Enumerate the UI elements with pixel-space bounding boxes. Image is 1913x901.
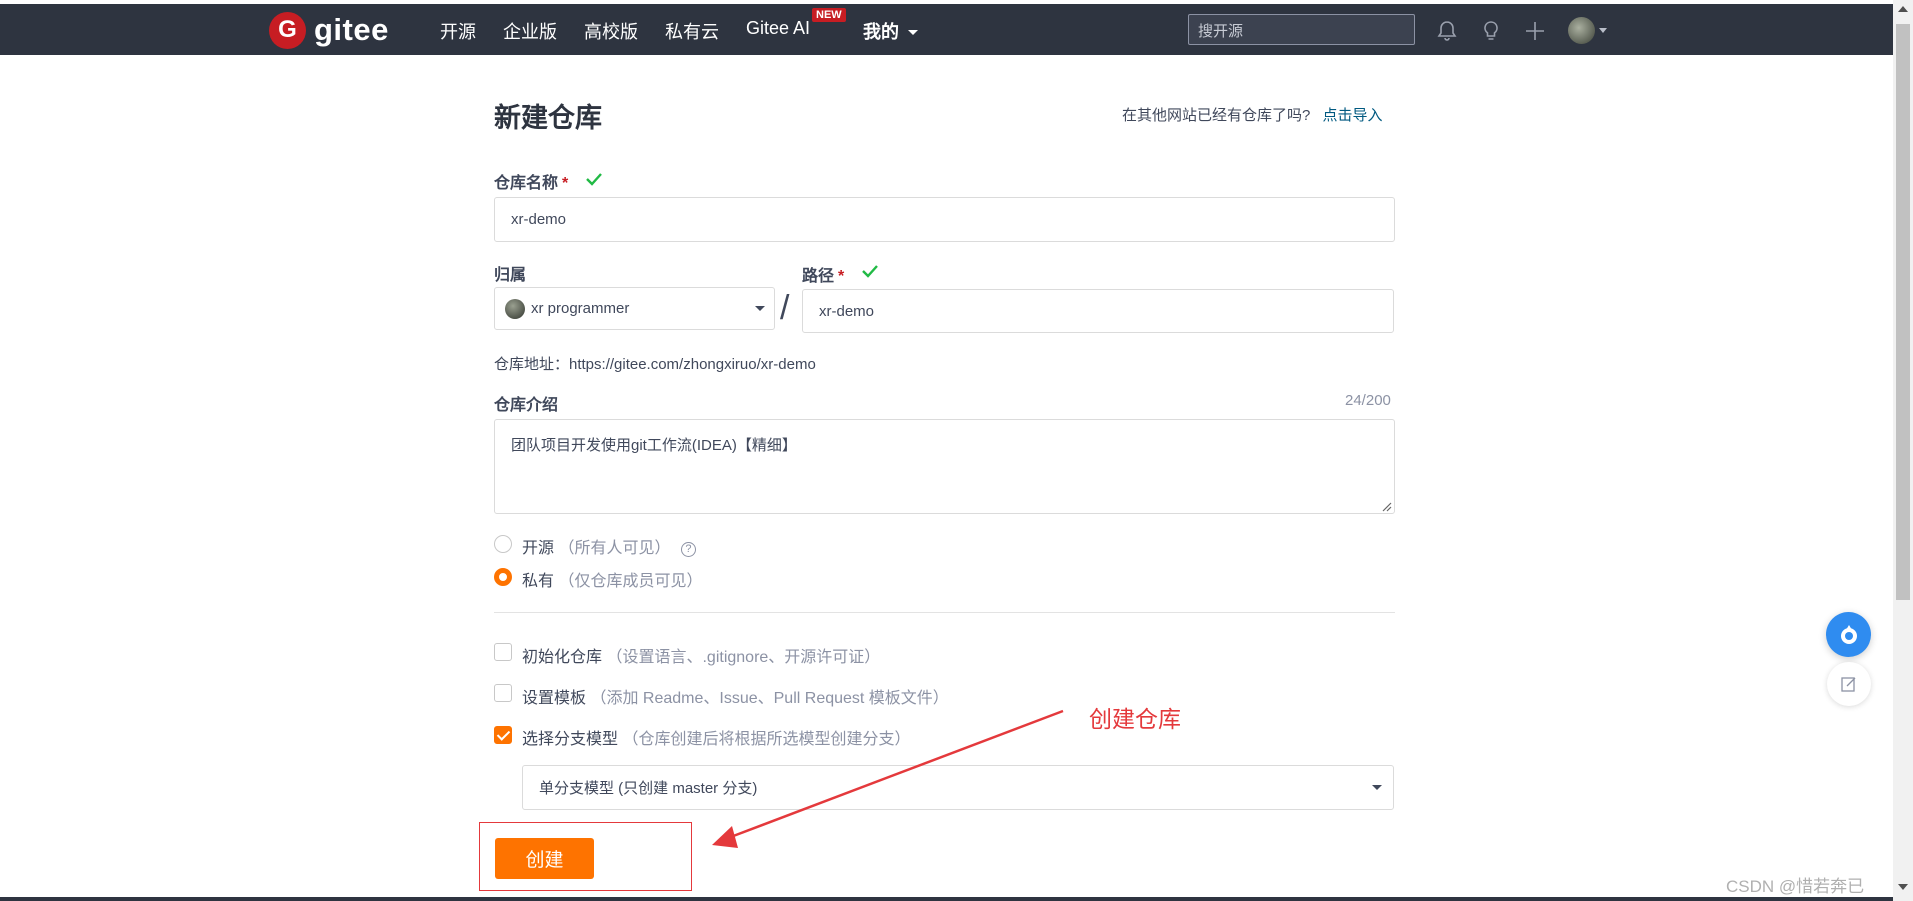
required-mark: *: [562, 175, 569, 192]
import-link[interactable]: 点击导入: [1323, 107, 1383, 124]
chevron-down-icon: [908, 30, 919, 35]
scroll-down-arrow-icon[interactable]: [1898, 884, 1908, 890]
check-icon: [862, 265, 878, 278]
checkbox-branch-model[interactable]: [494, 726, 512, 744]
import-prompt-text: 在其他网站已经有仓库了吗?: [1122, 107, 1311, 124]
repo-name-label-text: 仓库名称: [494, 175, 559, 192]
checkbox-branch-model-hint: （仓库创建后将根据所选模型创建分支）: [622, 731, 911, 748]
owner-avatar: [505, 298, 525, 319]
chevron-down-icon[interactable]: [1372, 785, 1382, 790]
top-navbar: G gitee 开源 企业版 高校版 私有云 Gitee AI NEW 我的 搜…: [0, 4, 1893, 55]
user-avatar[interactable]: [1568, 17, 1595, 44]
chevron-down-icon[interactable]: [1599, 28, 1607, 33]
repo-name-input[interactable]: xr-demo: [494, 197, 1395, 242]
nav-mine-label: 我的: [863, 22, 899, 42]
check-icon: [586, 173, 602, 186]
resize-handle-icon[interactable]: [1380, 500, 1392, 512]
checkbox-init-repo[interactable]: [494, 643, 512, 661]
nav-education[interactable]: 高校版: [584, 18, 638, 44]
feedback-float-button[interactable]: [1827, 662, 1871, 706]
branch-model-select[interactable]: 单分支模型 (只创建 master 分支): [522, 765, 1394, 810]
checkbox-template-label[interactable]: 设置模板 （添加 Readme、Issue、Pull Request 模板文件）: [522, 684, 949, 708]
checkbox-branch-model-label[interactable]: 选择分支模型 （仓库创建后将根据所选模型创建分支）: [522, 725, 910, 749]
radio-private-text: 私有: [522, 573, 555, 590]
path-input[interactable]: xr-demo: [802, 289, 1394, 333]
gitee-logo[interactable]: G gitee: [269, 11, 389, 49]
help-icon[interactable]: ?: [680, 542, 696, 557]
gitee-logo-text: gitee: [314, 12, 389, 47]
description-textarea[interactable]: 团队项目开发使用git工作流(IDEA)【精细】: [494, 419, 1395, 514]
nav-enterprise[interactable]: 企业版: [503, 18, 557, 44]
repo-name-label: 仓库名称 *: [494, 169, 568, 193]
required-mark: *: [838, 268, 845, 285]
checkbox-init-repo-text: 初始化仓库: [522, 649, 603, 666]
plus-icon[interactable]: [1523, 19, 1547, 43]
annotation-highlight-box: [479, 822, 692, 891]
nav-gitee-ai[interactable]: Gitee AI: [746, 18, 810, 39]
radio-private-label[interactable]: 私有 （仅仓库成员可见）: [522, 567, 702, 591]
path-label: 路径 *: [802, 262, 844, 286]
checkbox-template[interactable]: [494, 684, 512, 702]
lightbulb-icon[interactable]: [1479, 19, 1503, 43]
radio-open-source-label[interactable]: 开源 （所有人可见） ?: [522, 534, 696, 558]
nav-mine-dropdown[interactable]: 我的: [863, 18, 919, 44]
radio-private-hint: （仅仓库成员可见）: [558, 573, 703, 590]
bottom-border: [0, 897, 1893, 901]
path-separator: /: [780, 289, 790, 327]
nav-private-cloud[interactable]: 私有云: [665, 18, 719, 44]
radio-open-source[interactable]: [494, 535, 512, 553]
radio-private[interactable]: [494, 568, 512, 586]
nav-open-source[interactable]: 开源: [440, 18, 476, 44]
import-prompt: 在其他网站已经有仓库了吗? 点击导入: [1122, 104, 1383, 125]
section-divider: [494, 612, 1395, 613]
checkbox-template-hint: （添加 Readme、Issue、Pull Request 模板文件）: [590, 690, 949, 707]
owner-label: 归属: [494, 267, 527, 284]
scroll-up-arrow-icon[interactable]: [1898, 6, 1908, 12]
page-title: 新建仓库: [494, 103, 602, 133]
checkbox-branch-model-text: 选择分支模型: [522, 731, 619, 748]
owner-select-value: xr programmer: [531, 300, 630, 317]
bell-icon[interactable]: [1435, 19, 1459, 43]
checkbox-init-repo-label[interactable]: 初始化仓库 （设置语言、.gitignore、开源许可证）: [522, 643, 880, 667]
radio-open-source-text: 开源: [522, 540, 555, 557]
checkbox-init-repo-hint: （设置语言、.gitignore、开源许可证）: [606, 649, 881, 666]
repo-url: 仓库地址：https://gitee.com/zhongxiruo/xr-dem…: [494, 356, 816, 373]
edit-icon: [1841, 677, 1856, 692]
description-counter: 24/200: [1345, 392, 1391, 409]
new-badge: NEW: [812, 8, 846, 22]
annotation-text: 创建仓库: [1089, 706, 1181, 732]
chevron-down-icon[interactable]: [755, 306, 765, 311]
assistant-float-button[interactable]: [1826, 612, 1871, 657]
assistant-icon: [1840, 624, 1857, 644]
owner-select[interactable]: xr programmer: [494, 287, 775, 330]
description-label: 仓库介绍: [494, 397, 559, 414]
gitee-logo-icon: G: [269, 11, 306, 49]
path-label-text: 路径: [802, 268, 835, 285]
checkbox-template-text: 设置模板: [522, 690, 587, 707]
search-input[interactable]: 搜开源: [1188, 14, 1415, 45]
radio-open-source-hint: （所有人可见）: [558, 540, 671, 557]
scrollbar-thumb[interactable]: [1896, 24, 1910, 600]
watermark: CSDN @惜若奔已: [1726, 877, 1865, 896]
